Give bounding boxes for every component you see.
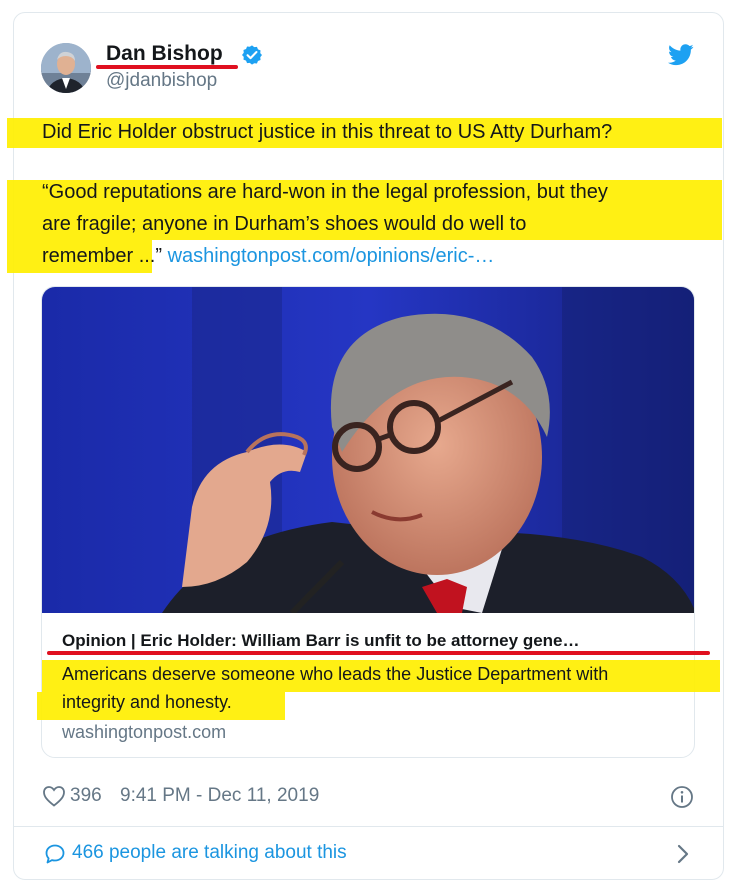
tweet-quote-line-1: “Good reputations are hard-won in the le… [42,181,608,203]
heart-icon[interactable] [42,785,66,807]
footer-divider [14,826,723,827]
author-handle[interactable]: @jdanbishop [106,70,217,92]
preview-description-line-2: integrity and honesty. [62,692,232,712]
preview-domain: washingtonpost.com [62,722,227,742]
chevron-right-icon[interactable] [676,843,690,865]
preview-title[interactable]: Opinion | Eric Holder: William Barr is u… [62,631,580,651]
tweet-timestamp[interactable]: 9:41 PM - Dec 11, 2019 [120,785,319,807]
preview-description-line-1: Americans deserve someone who leads the … [62,664,609,684]
tweet-quote-line-2: are fragile; anyone in Durham’s shoes wo… [42,213,527,235]
tweet-quote-line-3: remember ...” washingtonpost.com/opinion… [42,240,494,272]
tweet-text-line-1: Did Eric Holder obstruct justice in this… [42,121,613,143]
avatar[interactable] [41,43,91,93]
preview-photo[interactable] [42,287,695,613]
info-icon[interactable] [670,785,694,809]
name-underline [96,65,238,69]
twitter-bird-icon[interactable] [668,44,694,66]
tweet-link[interactable]: washingtonpost.com/opinions/eric-… [168,245,495,267]
author-name[interactable]: Dan Bishop [106,42,223,66]
speech-bubble-icon[interactable] [44,843,66,865]
title-underline [47,651,710,655]
tweet-quote-text: remember ...” [42,245,168,267]
like-count[interactable]: 396 [70,785,102,807]
conversation-link[interactable]: 466 people are talking about this [72,842,347,864]
verified-badge-icon [242,45,262,65]
